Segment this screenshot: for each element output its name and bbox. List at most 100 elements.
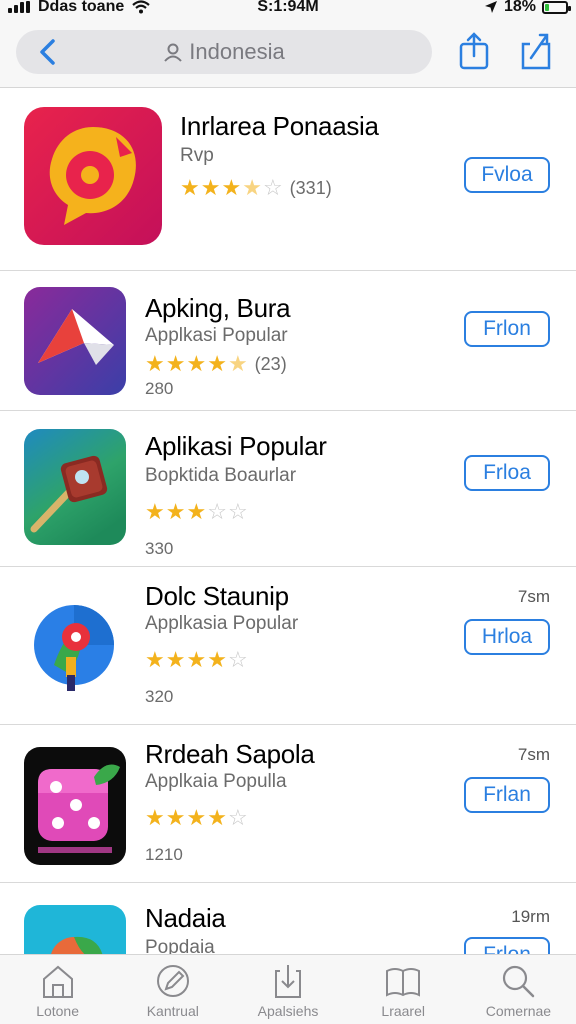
app-row[interactable]: Aplikasi Popular Bopktida Boaurlar ★ ★ ★ ☆ ☆… bbox=[0, 411, 576, 567]
star-icon: ★ bbox=[165, 499, 186, 524]
app-count: 330 bbox=[145, 539, 174, 558]
get-button[interactable]: Hrloa bbox=[464, 619, 550, 655]
share-icon[interactable] bbox=[458, 32, 490, 70]
app-name: Rrdeah Sapola bbox=[145, 739, 315, 769]
status-right: 18% bbox=[484, 0, 571, 16]
tab-home[interactable]: Lotone bbox=[0, 955, 115, 1024]
nav-bar: Indonesia bbox=[0, 18, 576, 88]
app-row[interactable]: Nadaia Popdaia 19rm Frlon bbox=[0, 883, 576, 954]
app-subtitle: Applkaia Populla bbox=[145, 771, 287, 792]
rating-count: (331) bbox=[289, 178, 332, 198]
dice-logo-icon bbox=[24, 747, 126, 865]
star-icon: ★ bbox=[186, 351, 207, 376]
game-logo-icon bbox=[24, 107, 162, 245]
app-icon[interactable] bbox=[24, 429, 126, 545]
star-icon: ☆ bbox=[262, 175, 283, 200]
search-field[interactable]: Indonesia bbox=[16, 30, 432, 74]
app-name: Aplikasi Popular bbox=[145, 431, 327, 461]
brush-logo-icon bbox=[34, 605, 114, 691]
app-icon[interactable] bbox=[24, 287, 126, 395]
star-icon: ★ bbox=[145, 351, 165, 376]
star-icon: ★ bbox=[207, 647, 227, 672]
get-button[interactable]: Fvloa bbox=[464, 157, 550, 193]
search-text: Indonesia bbox=[189, 39, 285, 64]
star-icon: ★ bbox=[165, 351, 186, 376]
app-icon[interactable] bbox=[24, 747, 126, 865]
app-count: 1210 bbox=[145, 845, 183, 864]
app-name: Dolc Staunip bbox=[145, 581, 289, 611]
app-count: 320 bbox=[145, 687, 174, 706]
star-icon: ★ bbox=[180, 175, 200, 200]
tab-library[interactable]: Lraarel bbox=[346, 955, 461, 1024]
star-icon: ★ bbox=[186, 499, 207, 524]
star-icon: ★ bbox=[207, 351, 227, 376]
app-icon[interactable] bbox=[24, 107, 162, 245]
home-icon bbox=[42, 965, 73, 998]
app-time: 19rm bbox=[511, 907, 550, 926]
hammer-logo-icon bbox=[24, 429, 126, 545]
rating-stars: ★ ★ ★ ★ ★ (23) bbox=[145, 353, 287, 375]
star-icon: ☆ bbox=[227, 647, 248, 672]
app-name: Apking, Bura bbox=[145, 293, 291, 323]
star-icon: ★ bbox=[145, 805, 165, 830]
get-button[interactable]: Frlan bbox=[464, 777, 550, 813]
search-content: Indonesia bbox=[16, 39, 432, 65]
app-time: 7sm bbox=[517, 745, 550, 764]
app-subtitle: Popdaia bbox=[145, 937, 215, 954]
tab-label: Kantrual bbox=[146, 1003, 199, 1019]
star-icon: ★ bbox=[186, 647, 207, 672]
rating-stars: ★ ★ ★ ★ ☆ (331) bbox=[180, 177, 332, 199]
location-arrow-icon bbox=[484, 1, 497, 13]
app-row[interactable]: Rrdeah Sapola Applkaia Populla ★ ★ ★ ★ ☆ 121… bbox=[0, 725, 576, 883]
app-name: Inrlarea Ponaasia bbox=[180, 111, 379, 141]
star-icon: ☆ bbox=[207, 499, 227, 524]
rating-stars: ★ ★ ★ ★ ☆ bbox=[145, 807, 248, 829]
app-subtitle: Applkasia Popular bbox=[145, 613, 299, 634]
star-icon: ☆ bbox=[227, 499, 248, 524]
app-subtitle: Rvp bbox=[180, 145, 214, 166]
star-icon: ★ bbox=[165, 805, 186, 830]
star-icon: ★ bbox=[145, 647, 165, 672]
search-icon bbox=[503, 965, 535, 998]
tab-label: Lotone bbox=[36, 1003, 80, 1019]
star-icon: ★ bbox=[207, 805, 227, 830]
star-icon: ★ bbox=[200, 175, 221, 200]
tab-label: Comernae bbox=[485, 1003, 552, 1019]
download-icon bbox=[275, 965, 301, 998]
get-button[interactable]: Frloa bbox=[464, 455, 550, 491]
tab-apps[interactable]: Apalsiehs bbox=[230, 955, 345, 1024]
rating-count: (23) bbox=[254, 354, 287, 374]
status-bar: Ddas toane S:1:94M 18% bbox=[0, 0, 576, 18]
star-icon: ★ bbox=[165, 647, 186, 672]
star-icon: ★ bbox=[145, 499, 165, 524]
app-row[interactable]: Apking, Bura Applkasi Popular ★ ★ ★ ★ ★ (23) … bbox=[0, 271, 576, 411]
app-list[interactable]: Inrlarea Ponaasia Rvp ★ ★ ★ ★ ☆ (331) Fvloa A… bbox=[0, 89, 576, 954]
app-icon[interactable] bbox=[24, 905, 126, 954]
pen-icon bbox=[156, 965, 189, 997]
get-button[interactable]: Frlon bbox=[464, 937, 550, 954]
rating-stars: ★ ★ ★ ★ ☆ bbox=[145, 649, 248, 671]
app-icon[interactable] bbox=[24, 595, 126, 697]
app-row[interactable]: Inrlarea Ponaasia Rvp ★ ★ ★ ★ ☆ (331) Fvloa bbox=[0, 89, 576, 271]
person-icon bbox=[164, 43, 183, 62]
app-row[interactable]: Dolc Staunip Applkasia Popular ★ ★ ★ ★ ☆ 320… bbox=[0, 567, 576, 725]
battery-fill bbox=[545, 3, 549, 11]
tab-bar: Lotone Kantrual Apalsiehs Lraarel Comern… bbox=[0, 954, 576, 1024]
star-icon: ☆ bbox=[227, 805, 248, 830]
tab-label: Lraarel bbox=[381, 1003, 425, 1019]
battery-icon bbox=[542, 0, 571, 14]
leaf-logo-icon bbox=[24, 905, 126, 954]
export-icon[interactable] bbox=[520, 32, 552, 70]
battery-percent: 18% bbox=[503, 0, 536, 15]
tab-edit[interactable]: Kantrual bbox=[115, 955, 230, 1024]
star-icon: ★ bbox=[221, 175, 242, 200]
tab-label: Apalsiehs bbox=[257, 1003, 319, 1019]
paper-plane-logo-icon bbox=[24, 287, 126, 395]
star-icon: ★ bbox=[186, 805, 207, 830]
app-name: Nadaia bbox=[145, 903, 226, 933]
app-count: 280 bbox=[145, 379, 174, 398]
star-icon: ★ bbox=[227, 351, 248, 376]
tab-search[interactable]: Comernae bbox=[461, 955, 576, 1024]
get-button[interactable]: Frlon bbox=[464, 311, 550, 347]
rating-stars: ★ ★ ★ ☆ ☆ bbox=[145, 501, 248, 523]
